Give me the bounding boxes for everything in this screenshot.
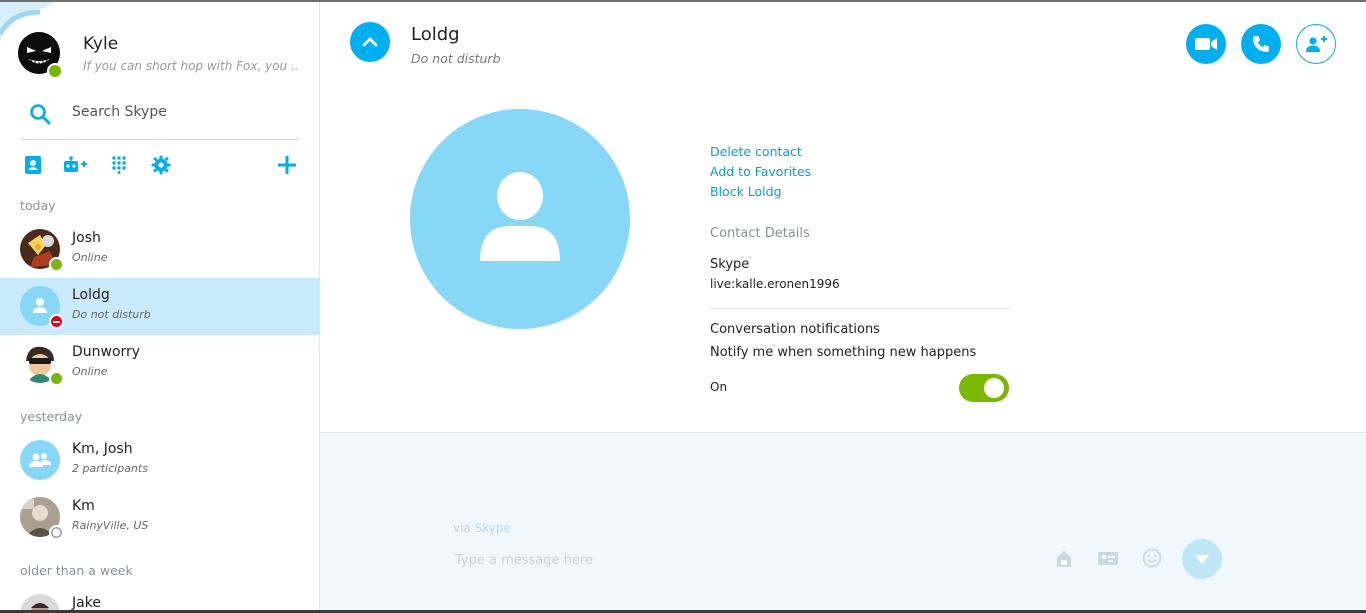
group-avatar-icon [20,440,60,480]
contact-item-josh[interactable]: Josh Online [0,221,319,278]
group-heading-older: older than a week [20,563,133,578]
online-status-icon [49,371,64,386]
contact-status: Online [72,365,108,378]
contact-item-group-chat[interactable]: Km, Josh 2 participants [0,432,319,489]
block-contact-link[interactable]: Block Loldg [710,182,811,202]
notifications-heading: Conversation notifications [710,322,880,337]
skype-window: Kyle If you can short hop with Fox, you … [0,0,1366,613]
default-avatar-icon [480,172,560,261]
collapse-profile-button[interactable] [350,22,390,62]
sidebar-toolbar [20,152,300,178]
chevron-up-icon [362,37,378,47]
group-heading-today: today [20,198,56,213]
contacts-icon [25,156,41,174]
contact-card-icon[interactable] [1096,547,1120,569]
add-participant-button[interactable] [1296,24,1336,64]
message-input[interactable]: Type a message here [455,553,593,568]
delete-contact-link[interactable]: Delete contact [710,142,811,162]
add-bot-icon [64,156,87,172]
my-name: Kyle [83,34,119,54]
send-file-icon[interactable] [1053,547,1075,569]
search-icon [30,104,51,125]
contact-name: Km, Josh [72,441,133,457]
divider [710,308,1010,309]
dialpad-icon [112,156,126,174]
skype-label: Skype [710,257,750,272]
avatar [20,594,60,610]
group-heading-yesterday: yesterday [20,409,83,424]
contact-profile-picture [410,109,630,329]
contact-name: Km [72,498,95,514]
add-person-icon [1306,36,1327,52]
via-service-label: via Skype [453,521,511,535]
phone-icon [1253,36,1269,52]
contact-name: Jake [72,595,101,610]
contact-actions: Delete contact Add to Favorites Block Lo… [710,142,811,202]
add-bot-button[interactable] [62,152,88,178]
contact-status: Online [72,251,108,264]
settings-button[interactable] [148,152,174,178]
contact-item-km[interactable]: Km RainyVille, US [0,489,319,546]
contact-status: Do not disturb [72,308,151,321]
conversation-pane: Loldg Do not disturb Delete contact Add … [320,2,1366,610]
notifications-state-label: On [710,380,728,394]
online-status-icon [47,63,63,79]
contact-item-loldg[interactable]: Loldg Do not disturb [0,278,319,335]
video-camera-icon [1195,38,1217,50]
my-mood-message[interactable]: If you can short hop with Fox, you ... [83,59,298,73]
conversation-title: Loldg [411,24,460,45]
toggle-knob [984,378,1004,398]
contacts-button[interactable] [20,152,46,178]
audio-call-button[interactable] [1241,24,1281,64]
search-input[interactable]: Search Skype [72,104,167,120]
contact-name: Loldg [72,287,110,303]
send-icon [1195,555,1209,564]
contact-item-dunworry[interactable]: Dunworry Online [0,335,319,392]
settings-icon [151,155,171,175]
notifications-description: Notify me when something new happens [710,345,977,360]
contact-status: 2 participants [72,462,148,475]
my-profile[interactable]: Kyle If you can short hop with Fox, you … [18,32,308,82]
add-button[interactable] [274,152,300,178]
notifications-toggle[interactable] [959,374,1009,402]
online-status-icon [49,257,64,272]
contact-name: Josh [72,230,101,246]
contact-item-jake[interactable]: Jake [0,586,319,610]
dialpad-button[interactable] [106,152,132,178]
contact-details-heading: Contact Details [710,226,810,241]
add-icon [278,156,296,174]
send-button[interactable] [1182,539,1222,579]
via-text: via [453,521,471,535]
video-call-button[interactable] [1186,24,1226,64]
conversation-status: Do not disturb [411,51,501,66]
service-name[interactable]: Skype [475,521,511,535]
offline-status-icon [49,525,64,540]
search-box[interactable]: Search Skype [20,98,300,140]
do-not-disturb-icon [49,314,64,329]
skype-id: live:kalle.eronen1996 [710,277,840,291]
contact-name: Dunworry [72,344,141,360]
add-to-favorites-link[interactable]: Add to Favorites [710,162,811,182]
composer-area: via Skype Type a message here [320,432,1366,610]
emoticon-icon[interactable] [1141,547,1163,569]
sidebar: Kyle If you can short hop with Fox, you … [0,2,320,610]
contact-status: RainyVille, US [72,519,149,532]
